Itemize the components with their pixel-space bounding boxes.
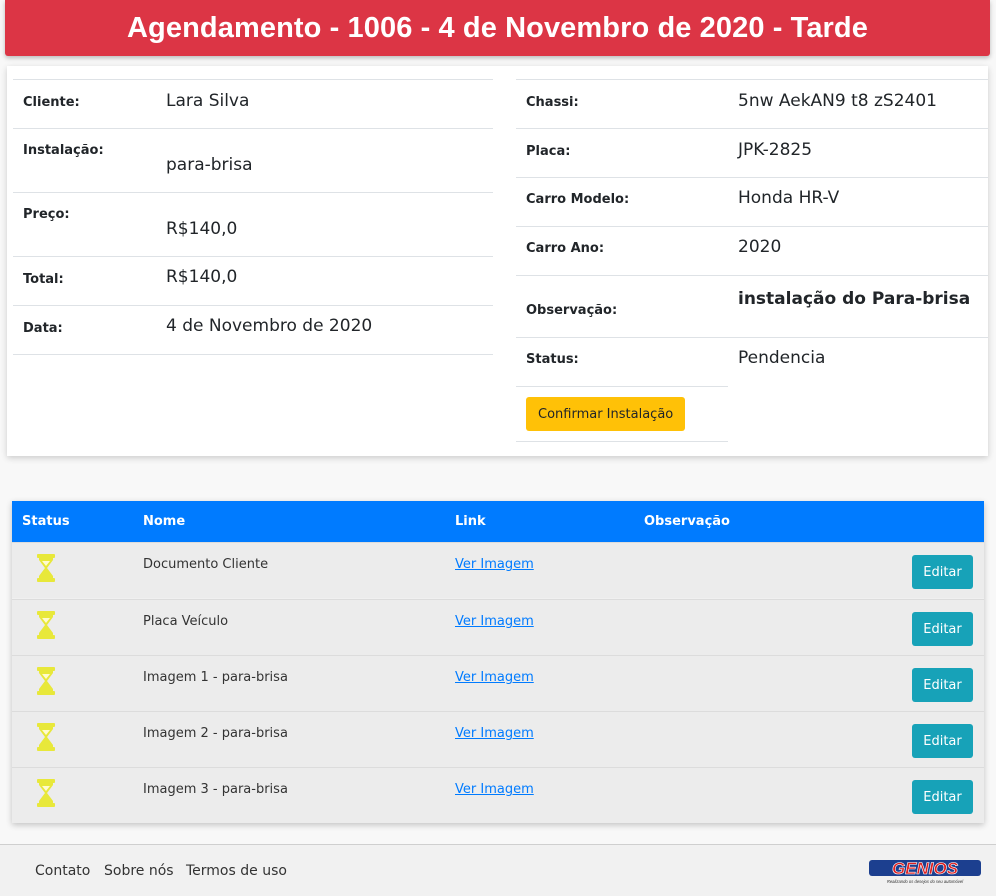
detail-value: Honda HR-V	[738, 188, 840, 208]
row-name: Imagem 1 - para-brisa	[143, 670, 288, 685]
images-table: Status Nome Link Observação Documento Cl…	[12, 501, 984, 823]
detail-value: para-brisa	[166, 155, 253, 175]
detail-label: Status:	[526, 352, 579, 367]
detail-label: Placa:	[526, 144, 571, 159]
detail-row-cliente: Cliente: Lara Silva	[13, 79, 493, 128]
row-name: Placa Veículo	[143, 614, 229, 629]
detail-row-carro-ano: Carro Ano: 2020	[516, 226, 988, 275]
page-title: Agendamento - 1006 - 4 de Novembro de 20…	[127, 11, 868, 44]
detail-label: Observação:	[526, 303, 618, 318]
detail-label: Total:	[23, 272, 64, 287]
genios-logo: GENIOS Realizando os desejos do seu auto…	[869, 859, 981, 884]
edit-button[interactable]: Editar	[912, 780, 973, 814]
footer-link-sobre-nos[interactable]: Sobre nós	[104, 863, 174, 879]
appointment-details-card: Cliente: Lara Silva Instalação: para-bri…	[7, 66, 988, 456]
hourglass-icon	[37, 667, 55, 695]
detail-value: R$140,0	[166, 219, 238, 239]
details-left-column: Cliente: Lara Silva Instalação: para-bri…	[13, 79, 493, 355]
detail-label: Carro Modelo:	[526, 192, 630, 207]
detail-label: Cliente:	[23, 95, 80, 110]
table-row: Imagem 3 - para-brisa Ver Imagem Editar	[12, 767, 984, 823]
hourglass-icon	[37, 611, 55, 639]
edit-button[interactable]: Editar	[912, 668, 973, 702]
detail-label: Carro Ano:	[526, 241, 605, 256]
detail-value: Lara Silva	[166, 91, 250, 111]
page-header: Agendamento - 1006 - 4 de Novembro de 20…	[5, 0, 990, 56]
detail-row-status: Status: Pendencia	[516, 337, 988, 386]
details-right-column: Chassi: 5nw AekAN9 t8 zS2401 Placa: JPK-…	[516, 79, 988, 442]
edit-button[interactable]: Editar	[912, 555, 973, 589]
detail-row-data: Data: 4 de Novembro de 2020	[13, 305, 493, 355]
detail-row-chassi: Chassi: 5nw AekAN9 t8 zS2401	[516, 79, 988, 128]
table-row: Documento Cliente Ver Imagem Editar	[12, 542, 984, 598]
table-row: Placa Veículo Ver Imagem Editar	[12, 599, 984, 655]
detail-label: Chassi:	[526, 95, 579, 110]
confirm-installation-button[interactable]: Confirmar Instalação	[526, 397, 686, 431]
footer-link-termos[interactable]: Termos de uso	[186, 863, 287, 879]
footer-link-contato[interactable]: Contato	[35, 863, 90, 879]
edit-button[interactable]: Editar	[912, 724, 973, 758]
detail-label: Preço:	[23, 207, 70, 222]
detail-row-total: Total: R$140,0	[13, 256, 493, 305]
detail-value: instalação do Para-brisa	[738, 289, 971, 309]
detail-value: 5nw AekAN9 t8 zS2401	[738, 91, 937, 111]
hourglass-icon	[37, 554, 55, 582]
view-image-link[interactable]: Ver Imagem	[455, 614, 534, 629]
edit-button[interactable]: Editar	[912, 612, 973, 646]
column-header-link: Link	[455, 514, 486, 529]
column-header-observacao: Observação	[644, 514, 730, 529]
column-header-status: Status	[22, 514, 70, 529]
row-name: Imagem 2 - para-brisa	[143, 726, 288, 741]
detail-row-placa: Placa: JPK-2825	[516, 128, 988, 177]
detail-label: Instalação:	[23, 143, 104, 158]
logo-tagline: Realizando os desejos do seu automóvel	[887, 879, 964, 884]
view-image-link[interactable]: Ver Imagem	[455, 726, 534, 741]
column-header-nome: Nome	[143, 514, 186, 529]
footer: Contato Sobre nós Termos de uso GENIOS R…	[0, 844, 996, 896]
detail-value: 2020	[738, 237, 782, 257]
detail-value: Pendencia	[738, 348, 826, 368]
detail-value: 4 de Novembro de 2020	[166, 316, 373, 336]
confirm-row: Confirmar Instalação	[516, 386, 728, 442]
hourglass-icon	[37, 779, 55, 807]
table-row: Imagem 1 - para-brisa Ver Imagem Editar	[12, 655, 984, 711]
view-image-link[interactable]: Ver Imagem	[455, 557, 534, 572]
table-row: Imagem 2 - para-brisa Ver Imagem Editar	[12, 711, 984, 767]
hourglass-icon	[37, 723, 55, 751]
view-image-link[interactable]: Ver Imagem	[455, 782, 534, 797]
detail-row-carro-modelo: Carro Modelo: Honda HR-V	[516, 177, 988, 226]
detail-value: JPK-2825	[738, 140, 813, 160]
detail-row-preco: Preço: R$140,0	[13, 192, 493, 256]
row-name: Imagem 3 - para-brisa	[143, 782, 288, 797]
row-name: Documento Cliente	[143, 557, 269, 572]
detail-row-instalacao: Instalação: para-brisa	[13, 128, 493, 192]
table-header: Status Nome Link Observação	[12, 501, 984, 542]
detail-row-observacao: Observação: instalação do Para-brisa	[516, 275, 988, 337]
view-image-link[interactable]: Ver Imagem	[455, 670, 534, 685]
detail-value: R$140,0	[166, 267, 238, 287]
detail-label: Data:	[23, 321, 63, 336]
logo-text: GENIOS	[892, 859, 959, 878]
